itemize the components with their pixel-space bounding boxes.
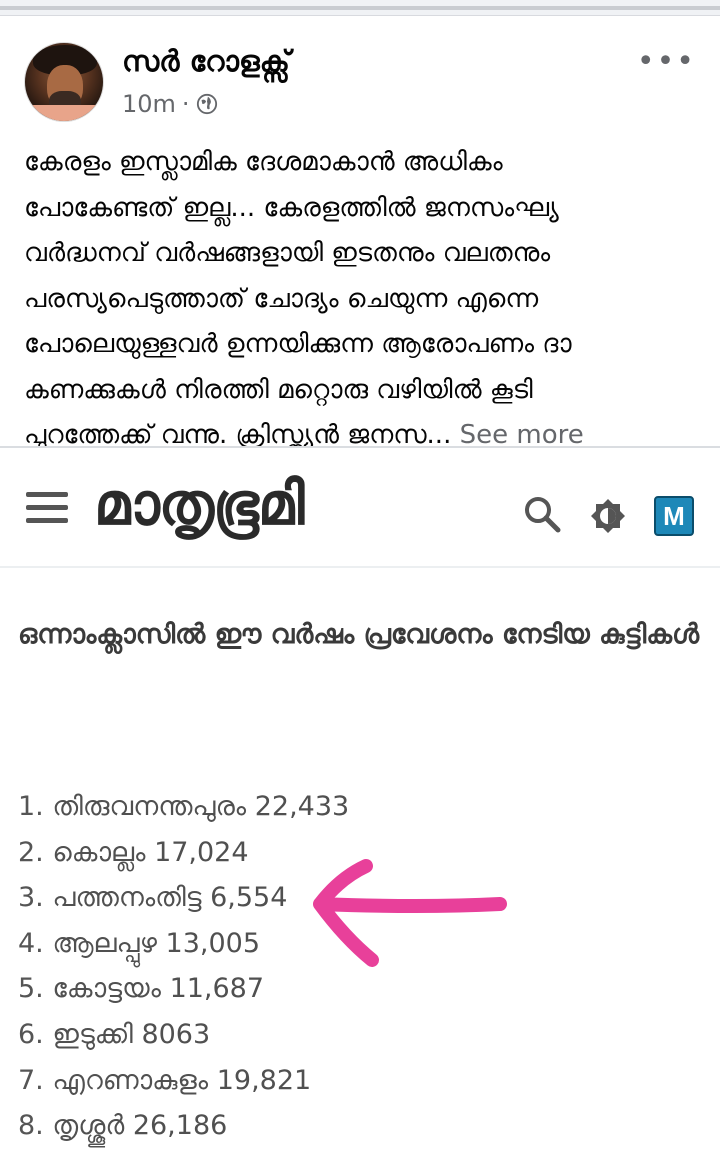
list-item: 5. കോട്ടയം 11,687	[18, 973, 265, 1005]
site-header: മാതൃഭൂമി M	[0, 448, 720, 568]
post-header: സർ റോളക്സ് 10m · •••	[0, 38, 720, 122]
list-item: 2. കൊല്ലം 17,024	[18, 836, 249, 868]
shared-image[interactable]: മാതൃഭൂമി M ഒന്നാംക്ലാസിൽ ഈ വർഷം പ്രവേശനം…	[0, 448, 720, 1160]
article-title: ഒന്നാംക്ലാസിൽ ഈ വർഷം പ്രവേശനം നേടിയ കുട്…	[18, 619, 700, 650]
meta-separator: ·	[181, 90, 190, 118]
list-item: 1. തിരുവനന്തപുരം 22,433	[18, 791, 350, 822]
hamburger-menu-icon[interactable]	[26, 492, 68, 524]
post-text-line: കേരളം ഇസ്ലാമിക ദേശമാകാൻ അധികം	[24, 147, 503, 177]
list-item: 8. തൃശ്ശൂർ 26,186	[18, 1110, 228, 1142]
list-item: 6. ഇടുക്കി 8063	[18, 1018, 211, 1050]
globe-icon	[196, 93, 217, 115]
post-time[interactable]: 10m	[122, 90, 176, 118]
post-text-line: വർദ്ധനവ് വർഷങ്ങളായി ഇടതനും വലതനും	[24, 238, 551, 268]
avatar[interactable]	[24, 42, 104, 122]
post-text-line: പരസ്യപെടുത്താത് ചോദ്യം ചെയുന്ന എന്നെ	[24, 283, 539, 314]
top-bar	[0, 0, 720, 16]
post-meta: 10m ·	[122, 90, 218, 118]
theme-toggle-icon[interactable]	[590, 498, 626, 534]
more-options-icon[interactable]: •••	[637, 44, 696, 79]
post-text: കേരളം ഇസ്ലാമിക ദേശമാകാൻ അധികം പോകേണ്ടത് …	[24, 140, 704, 459]
author-name[interactable]: സർ റോളക്സ്	[122, 44, 290, 79]
list-item: 7. എറണാകുളം 19,821	[18, 1064, 312, 1096]
post-text-line: പോലെയുള്ളവർ ഉന്നയിക്കുന്ന ആരോപണം ദാ	[24, 329, 572, 359]
site-logo: മാതൃഭൂമി	[94, 470, 305, 538]
list-item: 4. ആലപ്പുഴ 13,005	[18, 927, 261, 959]
post-text-line: പോകേണ്ടത് ഇല്ല... കേരളത്തിൽ ജനസംഘ്യ	[24, 192, 559, 223]
district-list: 1. തിരുവനന്തപുരം 22,433 2. കൊല്ലം 17,024…	[18, 784, 618, 1149]
list-item: 3. പത്തനംതിട്ട 6,554	[18, 882, 288, 914]
search-icon[interactable]	[522, 494, 562, 534]
post-text-line: കണക്കുകൾ നിരത്തി മറ്റൊരു വഴിയിൽ കൂടി	[24, 374, 533, 405]
profile-badge[interactable]: M	[654, 496, 694, 536]
